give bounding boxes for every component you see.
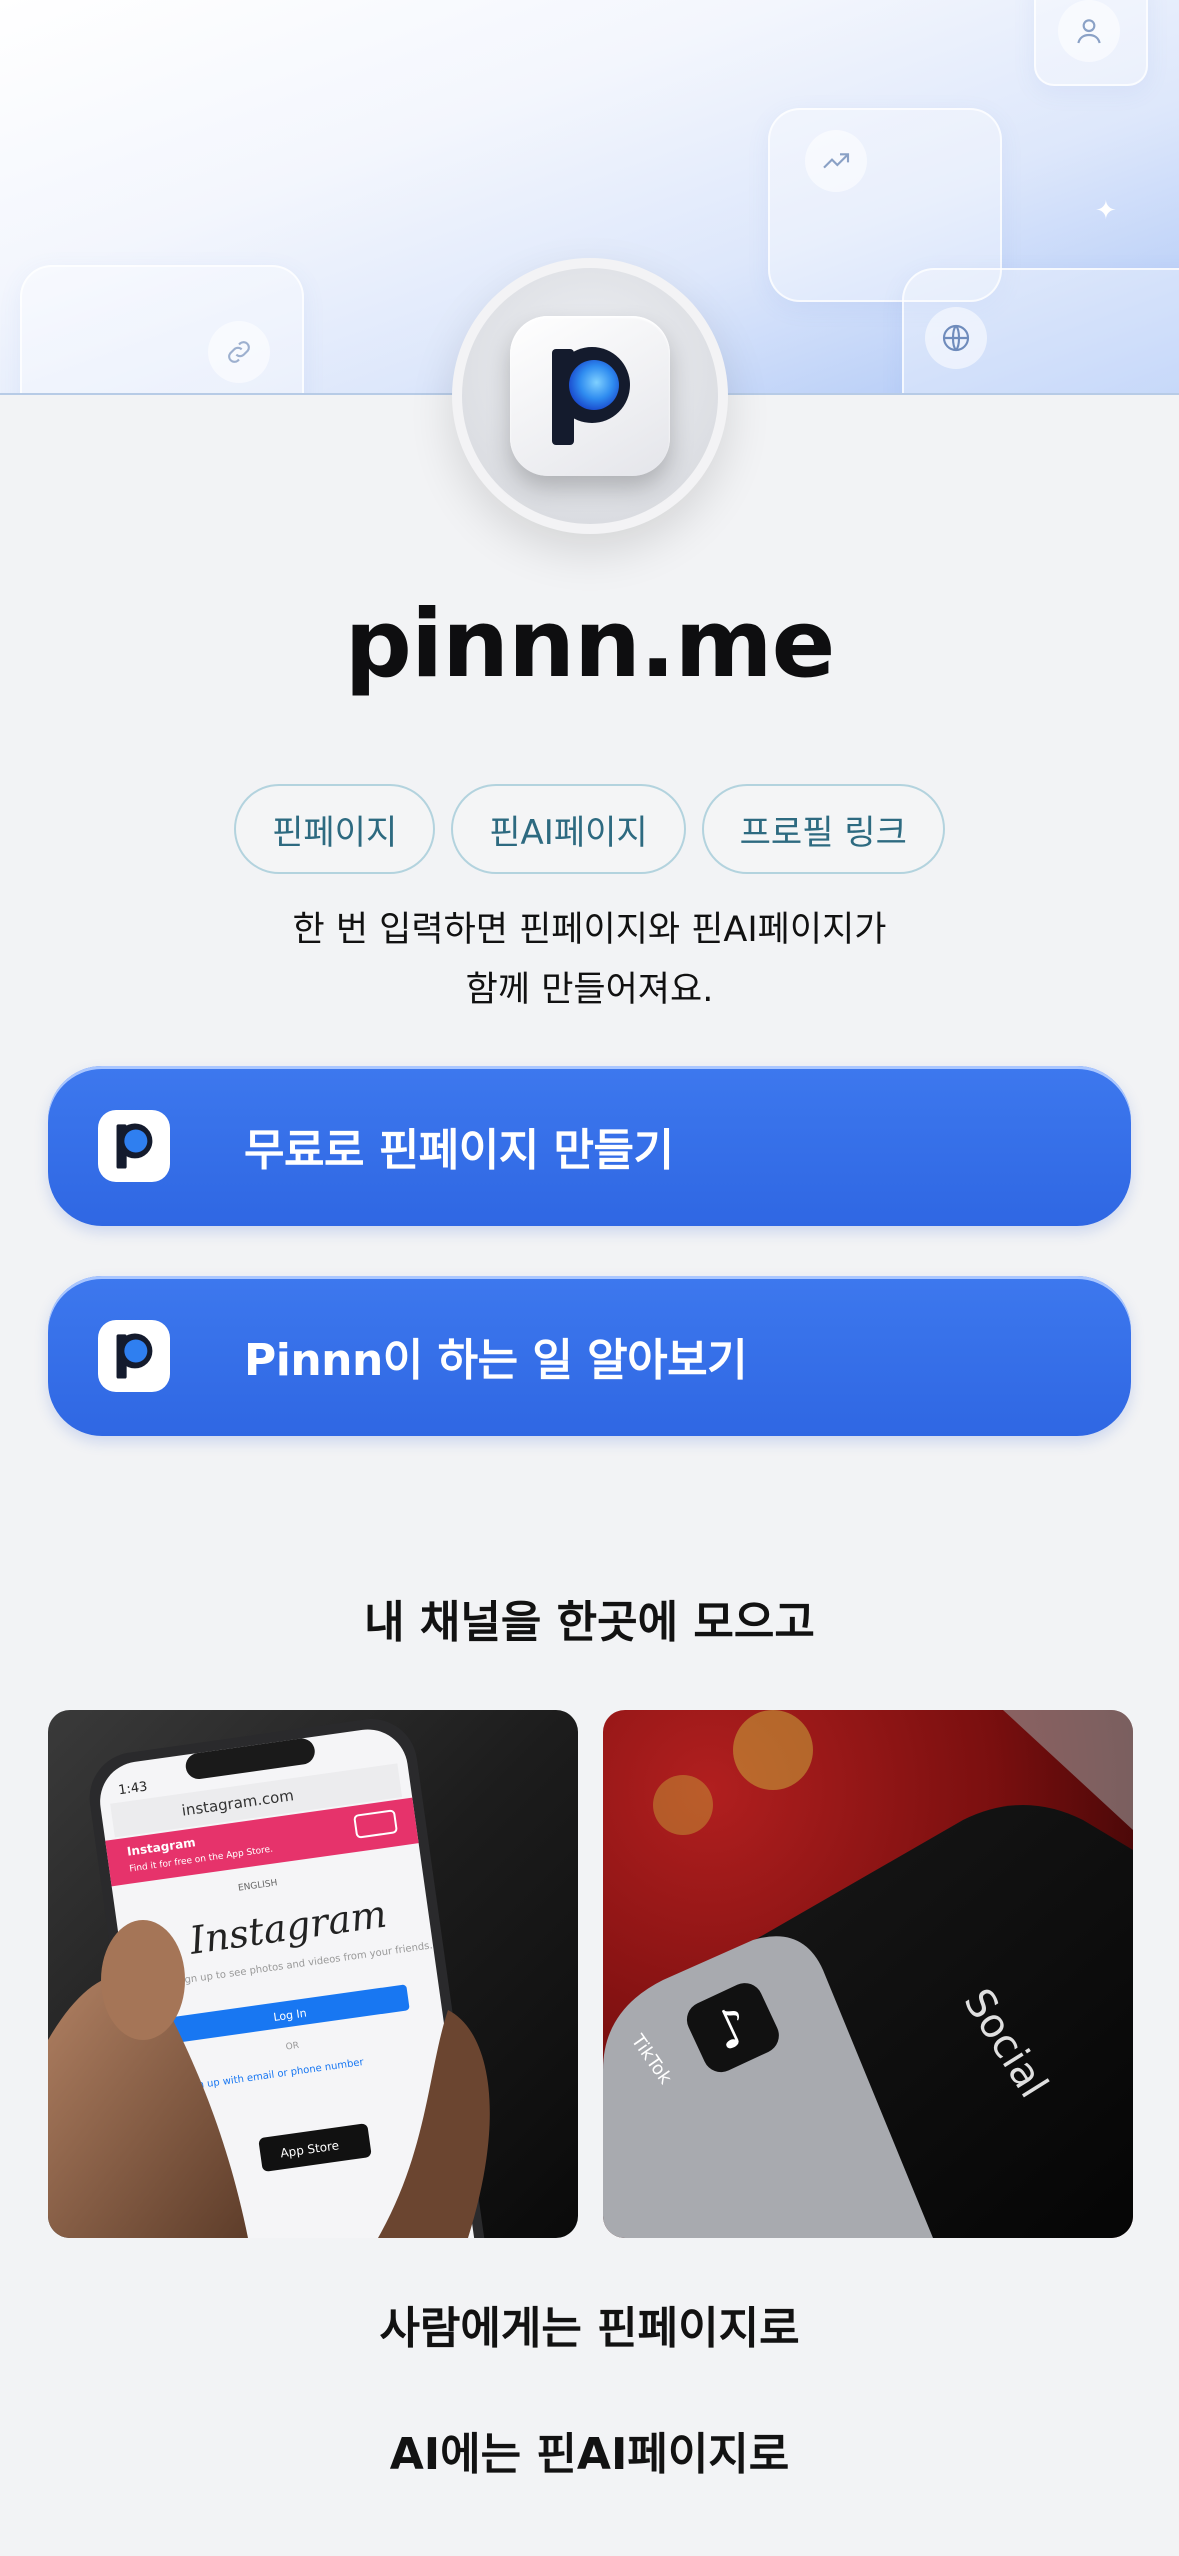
pinnn-logo-glyph: [552, 347, 630, 445]
profile-logo: [452, 258, 728, 534]
or-label: OR: [285, 2041, 300, 2053]
chip-profile-link[interactable]: 프로필 링크: [701, 784, 945, 874]
description: 한 번 입력하면 핀페이지와 핀AI페이지가 함께 만들어져요.: [0, 900, 1179, 1020]
pinnn-icon: [98, 1110, 170, 1182]
pinnn-app-icon: [510, 316, 670, 476]
learn-more-label: Pinnn이 하는 일 알아보기: [244, 1335, 748, 1386]
ai-heading: AI에는 핀AI페이지로: [389, 2429, 790, 2480]
link-icon: [208, 321, 270, 383]
person-icon: [1058, 0, 1120, 62]
globe-icon: [925, 307, 987, 369]
create-pinpage-button[interactable]: 무료로 핀페이지 만들기: [48, 1066, 1131, 1226]
learn-more-button[interactable]: Pinnn이 하는 일 알아보기: [48, 1276, 1131, 1436]
chip-pinpage[interactable]: 핀페이지: [234, 784, 436, 874]
logo-inner: [462, 268, 718, 524]
channels-heading: 내 채널을 한곳에 모으고: [364, 1597, 815, 1648]
site-title: pinnn.me: [344, 590, 836, 699]
tag-chips: 핀페이지 핀AI페이지 프로필 링크: [0, 784, 1179, 874]
people-heading: 사람에게는 핀페이지로: [379, 2303, 800, 2354]
description-line-2: 함께 만들어져요.: [465, 970, 714, 1010]
chip-pin-ai-page[interactable]: 핀AI페이지: [451, 784, 686, 874]
create-pinpage-label: 무료로 핀페이지 만들기: [244, 1125, 674, 1176]
trend-icon: [805, 130, 867, 192]
pinnn-icon: [98, 1320, 170, 1392]
tiktok-phone-photo: ♪ TikTok Social: [603, 1710, 1133, 2238]
description-line-1: 한 번 입력하면 핀페이지와 핀AI페이지가: [292, 910, 887, 950]
sparkle-icon: ✦: [1095, 196, 1117, 226]
instagram-phone-photo: 1:43 instagram.com Instagram Find it for…: [48, 1710, 578, 2238]
